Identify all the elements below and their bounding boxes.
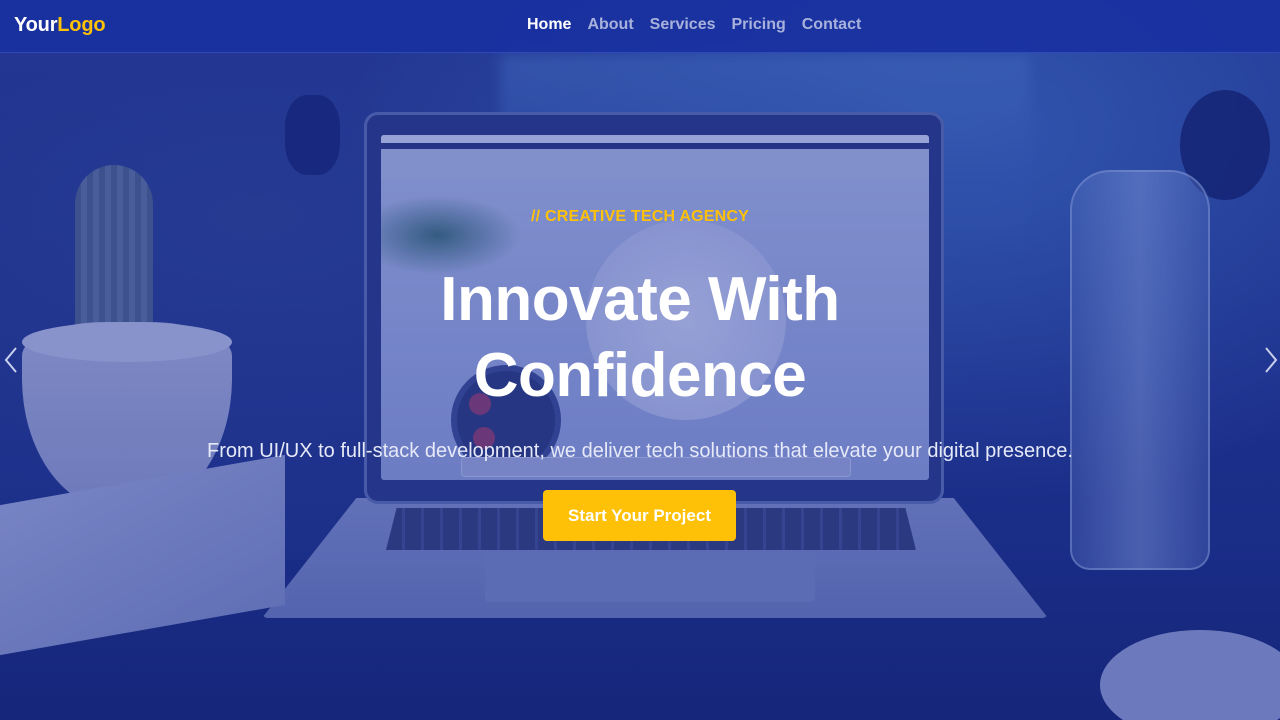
carousel-next-button[interactable] bbox=[1260, 344, 1280, 376]
logo-text: Your bbox=[14, 14, 58, 36]
nav-link-contact[interactable]: Contact bbox=[802, 16, 862, 34]
nav-links: Home About Services Pricing Contact bbox=[527, 16, 861, 34]
chevron-right-icon bbox=[1265, 347, 1278, 373]
nav-link-pricing[interactable]: Pricing bbox=[732, 16, 786, 34]
hero-eyebrow: // CREATIVE TECH AGENCY bbox=[531, 208, 749, 225]
nav-link-home[interactable]: Home bbox=[527, 16, 571, 34]
logo-accent-text: Logo bbox=[57, 14, 106, 36]
nav-link-services[interactable]: Services bbox=[650, 16, 716, 34]
hero-headline: Innovate With Confidence bbox=[0, 262, 1280, 414]
hero-headline-line1: Innovate With bbox=[440, 265, 840, 334]
navbar: YourLogo Home About Services Pricing Con… bbox=[0, 0, 1280, 53]
nav-link-about[interactable]: About bbox=[587, 16, 633, 34]
hero-section: // CREATIVE TECH AGENCY Innovate With Co… bbox=[0, 0, 1280, 720]
start-project-button[interactable]: Start Your Project bbox=[543, 490, 736, 541]
carousel-prev-button[interactable] bbox=[2, 344, 22, 376]
logo[interactable]: YourLogo bbox=[14, 14, 106, 37]
hero-subtitle: From UI/UX to full-stack development, we… bbox=[207, 440, 1073, 462]
hero-headline-line2: Confidence bbox=[473, 341, 807, 410]
chevron-left-icon bbox=[4, 347, 17, 373]
